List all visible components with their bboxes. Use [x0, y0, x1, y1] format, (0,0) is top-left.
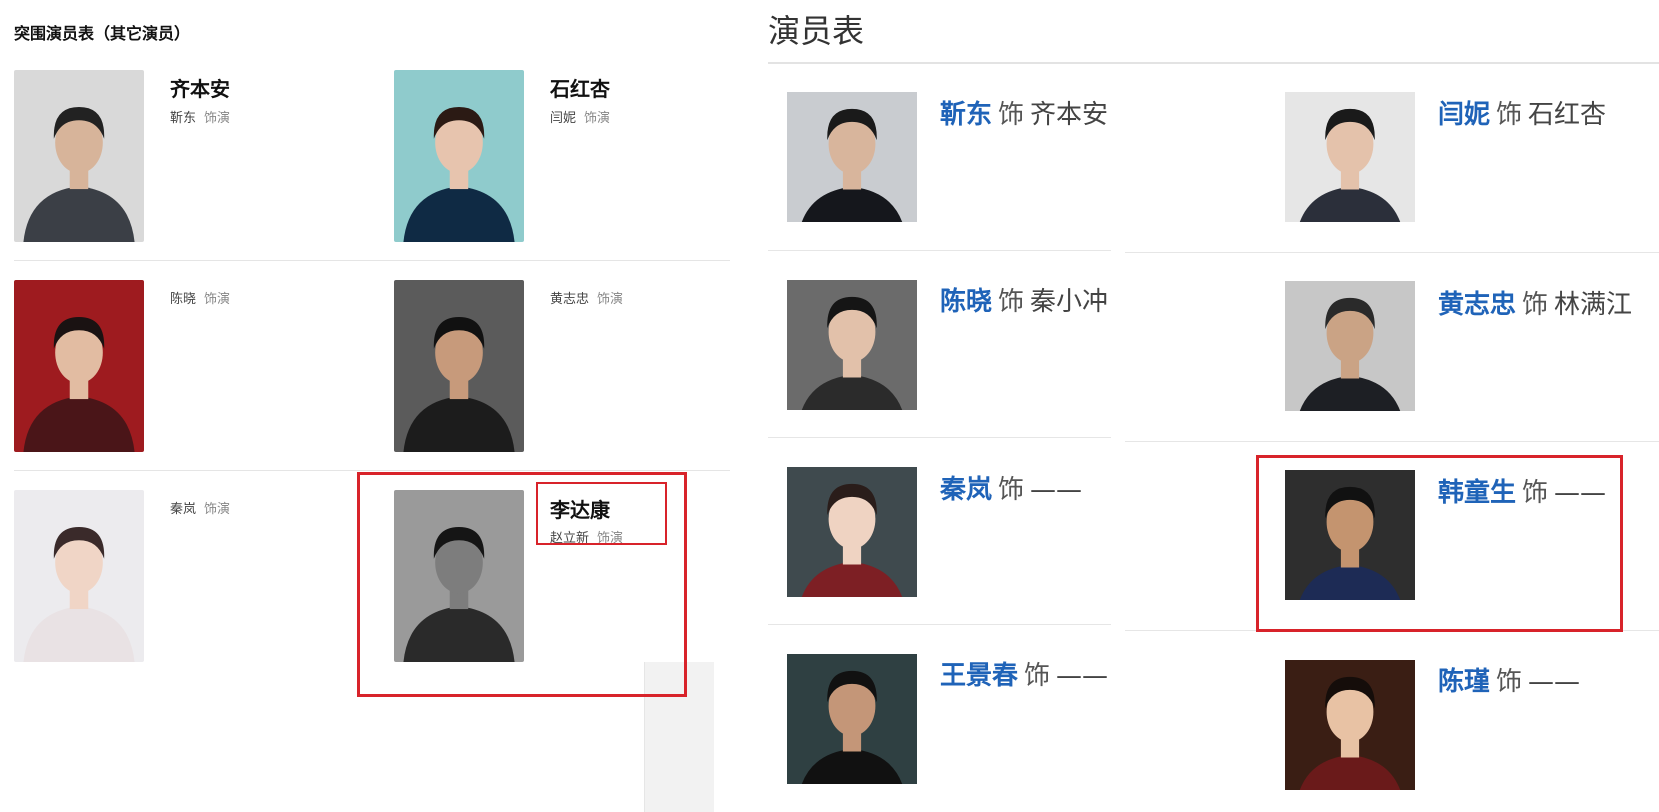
- actor-photo-7[interactable]: [787, 92, 917, 222]
- actor-photo-11[interactable]: [787, 467, 917, 597]
- actor-photo-13[interactable]: [787, 654, 917, 784]
- character-name: ——: [1030, 475, 1083, 505]
- actor-photo-8[interactable]: [1285, 92, 1415, 222]
- row-divider: [768, 250, 1111, 251]
- portrait-image: [14, 490, 144, 662]
- row-divider: [768, 624, 1111, 625]
- actor-credit: 秦岚 饰演: [170, 498, 230, 517]
- actor-name-link[interactable]: 秦岚: [940, 475, 992, 505]
- actor-photo-2[interactable]: [394, 70, 524, 242]
- portrait-image: [787, 654, 917, 784]
- portrait-image: [787, 467, 917, 597]
- portrait-image: [1285, 660, 1415, 790]
- role-separator: 饰: [1024, 661, 1051, 691]
- row-divider: [1125, 441, 1659, 442]
- actor-name-link[interactable]: 闫妮: [1438, 100, 1490, 130]
- actor-photo-3[interactable]: [14, 280, 144, 452]
- character-name: 秦小冲: [1030, 287, 1109, 317]
- right-panel-title: 演员表: [768, 12, 865, 50]
- actor-photo-10[interactable]: [1285, 281, 1415, 411]
- character-name: 林满江: [1554, 290, 1633, 320]
- row-divider: [14, 260, 730, 261]
- highlight-box: [536, 482, 667, 545]
- cast-credit: 王景春饰 ——: [940, 655, 1108, 692]
- role-separator: 饰: [998, 287, 1025, 317]
- portrait-image: [14, 70, 144, 242]
- row-divider: [14, 470, 730, 471]
- portrait-image: [394, 280, 524, 452]
- role-separator: 饰: [1522, 290, 1549, 320]
- character-name: 石红杏: [1528, 100, 1607, 130]
- portrait-image: [787, 280, 917, 410]
- actor-photo-5[interactable]: [14, 490, 144, 662]
- row-divider: [768, 437, 1111, 438]
- character-name[interactable]: 齐本安: [170, 73, 230, 102]
- actor-credit: 闫妮 饰演: [550, 107, 610, 126]
- role-separator: 饰: [1496, 100, 1523, 130]
- role-label: 饰演: [204, 111, 231, 126]
- cast-credit: 陈晓饰秦小冲: [940, 281, 1108, 318]
- cast-credit: 秦岚饰 ——: [940, 469, 1082, 506]
- cast-credit: 靳东饰齐本安: [940, 94, 1108, 131]
- actor-name-link[interactable]: 黄志忠: [1438, 290, 1516, 320]
- portrait-image: [787, 92, 917, 222]
- role-separator: 饰: [998, 475, 1025, 505]
- character-name: ——: [1528, 667, 1581, 697]
- actor-photo-1[interactable]: [14, 70, 144, 242]
- actor-name[interactable]: 秦岚: [170, 502, 196, 517]
- portrait-image: [394, 70, 524, 242]
- right-cast-panel: 演员表 靳东饰齐本安 闫妮饰石红杏 陈晓饰秦小冲 黄志忠饰林满江 秦岚饰 —— 韩…: [740, 0, 1659, 812]
- cast-credit: 陈瑾饰 ——: [1438, 661, 1580, 698]
- actor-name[interactable]: 闫妮: [550, 111, 576, 126]
- left-cast-panel: 突围演员表（其它演员） 齐本安 靳东 饰演 石红杏 闫妮 饰演 陈晓 饰演 黄志忠 饰演…: [0, 0, 740, 812]
- actor-name[interactable]: 靳东: [170, 111, 196, 126]
- character-name: ——: [1056, 661, 1109, 691]
- actor-name-link[interactable]: 陈瑾: [1438, 667, 1490, 697]
- cast-credit: 闫妮饰石红杏: [1438, 94, 1606, 131]
- actor-name[interactable]: 陈晓: [170, 292, 196, 307]
- actor-photo-4[interactable]: [394, 280, 524, 452]
- actor-photo-9[interactable]: [787, 280, 917, 410]
- left-panel-title: 突围演员表（其它演员）: [14, 24, 191, 43]
- actor-credit: 靳东 饰演: [170, 107, 230, 126]
- actor-name-link[interactable]: 陈晓: [940, 287, 992, 317]
- actor-credit: 陈晓 饰演: [170, 288, 230, 307]
- role-label: 饰演: [584, 111, 611, 126]
- title-underline: [768, 62, 1659, 64]
- role-label: 饰演: [597, 292, 624, 307]
- portrait-image: [14, 280, 144, 452]
- role-separator: 饰: [998, 100, 1025, 130]
- highlight-box: [1256, 455, 1623, 632]
- actor-name-link[interactable]: 王景春: [940, 661, 1018, 691]
- row-divider: [1125, 252, 1659, 253]
- actor-credit: 黄志忠 饰演: [550, 288, 623, 307]
- actor-name[interactable]: 黄志忠: [550, 292, 589, 307]
- portrait-image: [1285, 281, 1415, 411]
- character-name[interactable]: 石红杏: [550, 73, 610, 102]
- role-separator: 饰: [1496, 667, 1523, 697]
- actor-name-link[interactable]: 靳东: [940, 100, 992, 130]
- actor-photo-14[interactable]: [1285, 660, 1415, 790]
- role-label: 饰演: [204, 292, 231, 307]
- character-name: 齐本安: [1030, 100, 1109, 130]
- role-label: 饰演: [204, 502, 231, 517]
- cast-credit: 黄志忠饰林满江: [1438, 284, 1632, 321]
- portrait-image: [1285, 92, 1415, 222]
